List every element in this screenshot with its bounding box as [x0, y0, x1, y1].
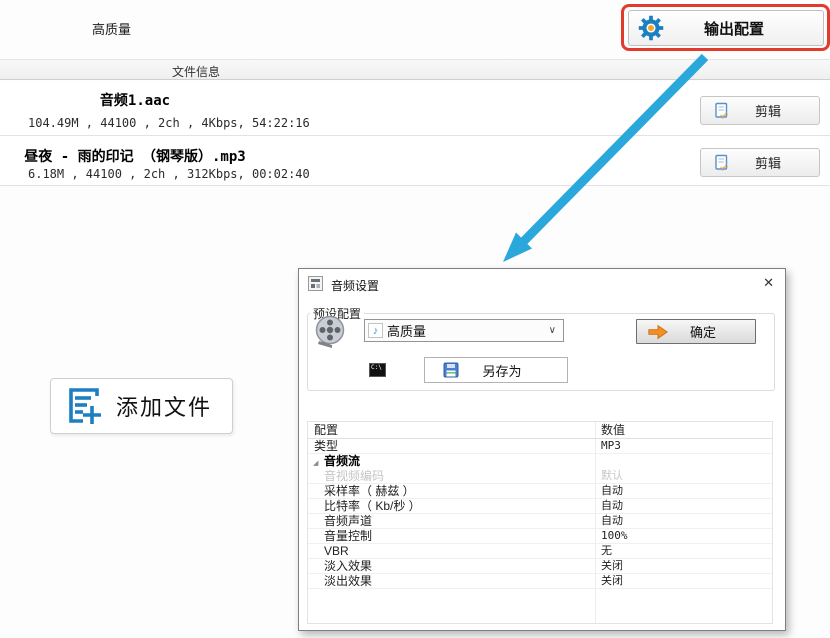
- selected-quality-label: 高质量: [92, 19, 131, 38]
- gear-icon: [637, 14, 665, 42]
- table-row[interactable]: 采样率（ 赫兹 ） 自动: [308, 484, 772, 499]
- setting-key: 音量控制: [324, 529, 372, 543]
- console-icon[interactable]: C:\: [369, 363, 386, 377]
- setting-value: MP3: [601, 439, 621, 453]
- dialog-titlebar[interactable]: 音频设置 ✕: [299, 269, 785, 297]
- setting-value: 100%: [601, 529, 628, 543]
- file-name: 音频1.aac: [0, 90, 270, 110]
- settings-table: 配置 数值 类型 MP3 ◢ 音频流 音视频编码 默认 采样率（ 赫兹 ） 自动…: [307, 421, 773, 624]
- setting-key: 音频声道: [324, 514, 372, 528]
- file-details: 6.18M , 44100 , 2ch , 312Kbps, 00:02:40: [28, 167, 310, 181]
- add-files-label: 添加文件: [104, 390, 224, 422]
- confirm-button-label: 确定: [669, 322, 737, 341]
- chevron-down-icon: ∨: [549, 325, 556, 336]
- setting-value: 自动: [601, 514, 623, 528]
- edit-clip-icon: ✂: [713, 154, 731, 172]
- music-note-icon: ♪: [368, 323, 383, 338]
- output-config-label: 输出配置: [665, 18, 803, 39]
- save-as-label: 另存为: [459, 361, 545, 380]
- table-section-row[interactable]: ◢ 音频流: [308, 454, 772, 469]
- file-info-column-label: 文件信息: [172, 63, 220, 80]
- column-config: 配置: [314, 422, 338, 438]
- dialog-app-icon: [308, 276, 323, 291]
- setting-key: VBR: [324, 544, 349, 558]
- clip-button[interactable]: ✂ 剪辑: [700, 96, 820, 125]
- edit-clip-icon: ✂: [713, 102, 731, 120]
- film-reel-icon: [312, 314, 349, 351]
- setting-value: 关闭: [601, 574, 623, 588]
- file-name: 昼夜 - 雨的印记 （钢琴版）.mp3: [0, 146, 270, 166]
- section-label: 音频流: [324, 454, 360, 468]
- add-file-icon: [62, 385, 104, 427]
- setting-value: 默认: [601, 469, 623, 483]
- setting-value: 关闭: [601, 559, 623, 573]
- audio-settings-dialog: 音频设置 ✕ 预设配置 ♪ 高质量 ∨ 确定 C:\ 另存为: [298, 268, 786, 631]
- preset-dropdown-value: 高质量: [387, 321, 549, 340]
- table-row[interactable]: 比特率（ Kb/秒 ） 自动: [308, 499, 772, 514]
- setting-key: 音视频编码: [324, 469, 384, 483]
- clip-button-label: 剪辑: [731, 153, 805, 172]
- table-row[interactable]: 淡出效果 关闭: [308, 574, 772, 589]
- table-row[interactable]: VBR 无: [308, 544, 772, 559]
- file-details: 104.49M , 44100 , 2ch , 4Kbps, 54:22:16: [28, 116, 310, 130]
- table-row[interactable]: 音量控制 100%: [308, 529, 772, 544]
- setting-key: 比特率（ Kb/秒 ）: [324, 499, 421, 513]
- setting-key: 类型: [314, 439, 338, 453]
- setting-value: 无: [601, 544, 612, 558]
- file-list-header: 文件信息: [0, 59, 830, 80]
- close-icon[interactable]: ✕: [763, 276, 774, 289]
- clip-button-label: 剪辑: [731, 101, 805, 120]
- setting-key: 采样率（ 赫兹 ）: [324, 484, 415, 498]
- table-header: 配置 数值: [308, 422, 772, 439]
- confirm-button[interactable]: 确定: [636, 319, 756, 344]
- file-row[interactable]: 昼夜 - 雨的印记 （钢琴版）.mp3 6.18M , 44100 , 2ch …: [0, 136, 830, 186]
- save-floppy-icon: [443, 362, 459, 378]
- column-value: 数值: [601, 422, 625, 438]
- save-as-button[interactable]: 另存为: [424, 357, 568, 383]
- clip-button[interactable]: ✂ 剪辑: [700, 148, 820, 177]
- setting-value: 自动: [601, 499, 623, 513]
- table-row[interactable]: 音频声道 自动: [308, 514, 772, 529]
- setting-value: 自动: [601, 484, 623, 498]
- table-row[interactable]: 淡入效果 关闭: [308, 559, 772, 574]
- output-config-button[interactable]: 输出配置: [628, 10, 824, 46]
- setting-key: 淡出效果: [324, 574, 372, 588]
- add-files-button[interactable]: 添加文件: [50, 378, 233, 434]
- table-row: 音视频编码 默认: [308, 469, 772, 484]
- preset-dropdown[interactable]: ♪ 高质量 ∨: [364, 319, 564, 342]
- dialog-title: 音频设置: [331, 277, 379, 294]
- table-row[interactable]: 类型 MP3: [308, 439, 772, 454]
- file-row[interactable]: 音频1.aac 104.49M , 44100 , 2ch , 4Kbps, 5…: [0, 81, 830, 136]
- setting-key: 淡入效果: [324, 559, 372, 573]
- confirm-arrow-icon: [647, 322, 669, 342]
